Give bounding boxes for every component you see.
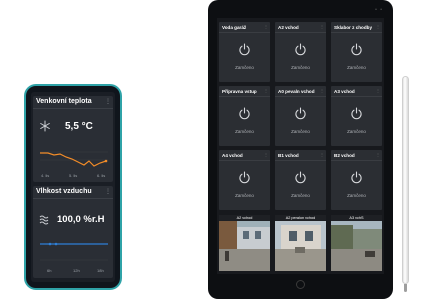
camera-feed[interactable]: A3 vchS (331, 215, 382, 271)
lock-tile-title: Sklabor z chodby (334, 25, 373, 30)
lock-tile[interactable]: A0 pevaln vchod ⋮ Zamčeno (275, 86, 326, 146)
lock-tile-title: A4 vchod (222, 153, 243, 158)
lock-tile-title: B1 vchod (278, 153, 299, 158)
stylus-tip (404, 284, 407, 292)
lock-tile-title: Voda garáž (222, 25, 247, 30)
temperature-series-line (40, 152, 107, 167)
lock-status: Zamčeno (291, 65, 310, 70)
camera-feed[interactable]: A2 vchod (219, 215, 270, 271)
power-icon[interactable] (294, 107, 307, 120)
lock-status: Zamčeno (347, 129, 366, 134)
tile-menu-icon[interactable]: ⋮ (376, 152, 380, 157)
tile-menu-icon[interactable]: ⋮ (376, 88, 380, 93)
camera-image (219, 221, 270, 271)
power-icon[interactable] (238, 43, 251, 56)
tile-menu-icon[interactable]: ⋮ (376, 24, 380, 29)
stylus-pencil (402, 76, 409, 284)
power-icon[interactable] (350, 43, 363, 56)
tile-menu-icon[interactable]: ⋮ (264, 152, 268, 157)
chart-tick-label: 4. lis (41, 173, 50, 178)
lock-tile[interactable]: A2 vchod ⋮ Zamčeno (275, 22, 326, 82)
lock-tile-title: A0 pevaln vchod (278, 89, 315, 94)
card-divider (33, 198, 113, 199)
chart-tick-label: 18h (97, 268, 104, 273)
lock-tile-title: Přípravna vstup (222, 89, 257, 94)
power-icon[interactable] (294, 43, 307, 56)
tile-divider (275, 96, 326, 97)
tile-divider (275, 160, 326, 161)
lock-status: Zamčeno (347, 193, 366, 198)
lock-status: Zamčeno (235, 193, 254, 198)
chart-tick-label: 6. lis (97, 173, 106, 178)
tile-divider (275, 32, 326, 33)
lock-tile[interactable]: Přípravna vstup ⋮ Zamčeno (219, 86, 270, 146)
card-menu-icon[interactable]: ⋮ (105, 98, 111, 105)
lock-status: Zamčeno (235, 129, 254, 134)
home-button[interactable] (296, 280, 305, 289)
tile-menu-icon[interactable]: ⋮ (264, 24, 268, 29)
camera-image (275, 221, 326, 271)
tile-menu-icon[interactable]: ⋮ (320, 88, 324, 93)
phone-device: Venkovní teplota ⋮ 5,5 °C 4. lis 5. lis … (24, 84, 122, 290)
tile-divider (331, 32, 382, 33)
outdoor-temperature-card[interactable]: Venkovní teplota ⋮ 5,5 °C 4. lis 5. lis … (33, 96, 113, 182)
camera-title: A2 vchod (236, 216, 253, 220)
humidity-series-point (48, 242, 52, 246)
power-icon[interactable] (294, 171, 307, 184)
lock-tile-title: B2 vchod (334, 153, 355, 158)
power-icon[interactable] (350, 107, 363, 120)
snowflake-icon (40, 120, 50, 132)
camera-feed[interactable]: A2 peralon vchod (275, 215, 326, 271)
humidity-icon (39, 215, 49, 225)
tile-divider (219, 32, 270, 33)
lock-tile[interactable]: B1 vchod ⋮ Zamčeno (275, 150, 326, 210)
power-icon[interactable] (238, 171, 251, 184)
camera-title: A3 vchS (349, 216, 364, 220)
tablet-screen: Voda garáž ⋮ Zamčeno A2 vchod ⋮ Zamčeno … (217, 18, 384, 274)
lock-tile[interactable]: Sklabor z chodby ⋮ Zamčeno (331, 22, 382, 82)
tile-menu-icon[interactable]: ⋮ (264, 88, 268, 93)
chart-tick-label: 5. lis (69, 173, 78, 178)
lock-tile[interactable]: A3 vchod ⋮ Zamčeno (331, 86, 382, 146)
outdoor-temperature-value: 5,5 °C (65, 121, 93, 132)
tile-menu-icon[interactable]: ⋮ (320, 24, 324, 29)
air-humidity-value: 100,0 %r.H (57, 214, 105, 225)
phone-screen: Venkovní teplota ⋮ 5,5 °C 4. lis 5. lis … (31, 92, 115, 282)
lock-tile[interactable]: A4 vchod ⋮ Zamčeno (219, 150, 270, 210)
lock-status: Zamčeno (235, 65, 254, 70)
front-camera-icon: • • (375, 7, 383, 13)
tile-menu-icon[interactable]: ⋮ (320, 152, 324, 157)
tile-divider (331, 160, 382, 161)
lock-tile[interactable]: B2 vchod ⋮ Zamčeno (331, 150, 382, 210)
tile-divider (331, 96, 382, 97)
temperature-chart (40, 151, 108, 167)
lock-status: Zamčeno (291, 129, 310, 134)
lock-tile-title: A2 vchod (278, 25, 299, 30)
air-humidity-card[interactable]: Vlhkost vzduchu ⋮ 100,0 %r.H 6h 12h 18h (33, 186, 113, 278)
lock-status: Zamčeno (347, 65, 366, 70)
chart-tick-label: 12h (73, 268, 80, 273)
air-humidity-title: Vlhkost vzduchu (36, 188, 92, 195)
outdoor-temperature-title: Venkovní teplota (36, 98, 92, 105)
lock-tile-title: A3 vchod (334, 89, 355, 94)
card-menu-icon[interactable]: ⋮ (105, 188, 111, 195)
camera-title: A2 peralon vchod (285, 216, 316, 220)
humidity-series-point (54, 242, 58, 246)
power-icon[interactable] (238, 107, 251, 120)
lock-tile[interactable]: Voda garáž ⋮ Zamčeno (219, 22, 270, 82)
tile-divider (219, 96, 270, 97)
camera-image (331, 221, 382, 271)
card-divider (33, 108, 113, 109)
tile-divider (219, 160, 270, 161)
tablet-device: • • Voda garáž ⋮ Zamčeno A2 vchod ⋮ Zamč… (208, 0, 393, 299)
power-icon[interactable] (350, 171, 363, 184)
lock-status: Zamčeno (291, 193, 310, 198)
temperature-series-point (104, 159, 108, 163)
chart-tick-label: 6h (47, 268, 52, 273)
humidity-chart (40, 242, 108, 261)
